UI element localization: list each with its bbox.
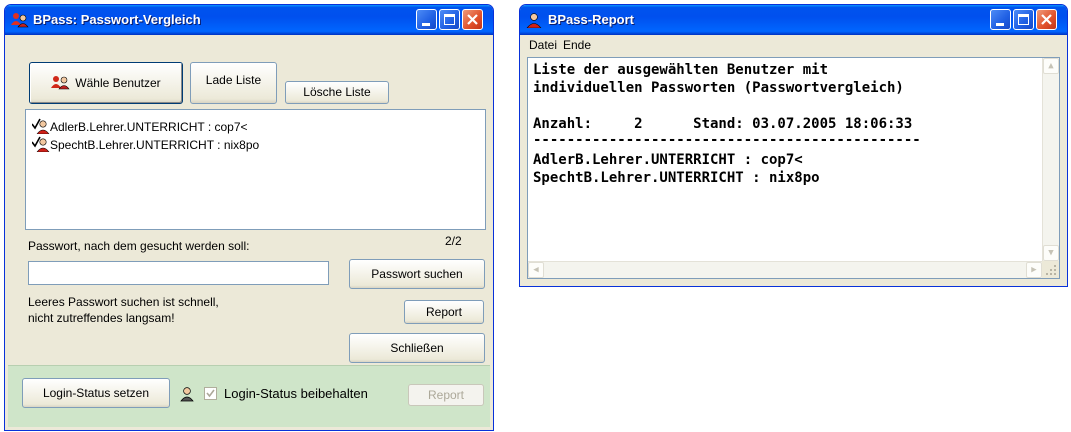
- search-label: Passwort, nach dem gesucht werden soll:: [28, 239, 250, 253]
- report-line: AdlerB.Lehrer.UNTERRICHT : cop7<: [533, 152, 803, 168]
- menu-bar: Datei Ende: [523, 35, 1064, 55]
- menu-datei[interactable]: Datei: [529, 38, 557, 52]
- list-item-text: SpechtB.Lehrer.UNTERRICHT : nix8po: [50, 138, 260, 152]
- search-password-label: Passwort suchen: [371, 267, 463, 281]
- list-count: 2/2: [445, 234, 462, 248]
- menu-ende[interactable]: Ende: [563, 38, 591, 52]
- report-separator: ----------------------------------------…: [533, 132, 921, 148]
- minimize-button[interactable]: [990, 9, 1011, 30]
- list-item-text: AdlerB.Lehrer.UNTERRICHT : cop7<: [50, 120, 248, 134]
- login-status-panel: Login-Status setzen Login-Status beibeha…: [8, 365, 490, 427]
- report-text-area[interactable]: Liste der ausgewählten Benutzer mit indi…: [527, 57, 1060, 279]
- scroll-left-icon[interactable]: ◀: [528, 262, 544, 278]
- close-window-button[interactable]: [1036, 9, 1057, 30]
- choose-users-label: Wähle Benutzer: [75, 76, 161, 90]
- scroll-down-icon[interactable]: ▼: [1043, 245, 1059, 261]
- close-icon: [1041, 14, 1052, 25]
- choose-users-button[interactable]: Wähle Benutzer: [29, 62, 183, 104]
- checked-user-icon: [31, 118, 50, 135]
- report-button[interactable]: Report: [404, 300, 484, 324]
- window-body: Wähle Benutzer Lade Liste Lösche Liste A…: [8, 35, 490, 427]
- set-login-status-button[interactable]: Login-Status setzen: [22, 378, 170, 408]
- clear-list-label: Lösche Liste: [303, 85, 371, 99]
- window-body: Datei Ende Liste der ausgewählten Benutz…: [523, 35, 1064, 283]
- password-compare-window: BPass: Passwort-Vergleich Wähle Benutzer…: [4, 4, 494, 431]
- window-title: BPass: Passwort-Vergleich: [33, 12, 201, 27]
- title-bar[interactable]: BPass: Passwort-Vergleich: [5, 5, 493, 35]
- minimize-icon: [422, 23, 430, 26]
- checkmark-icon: [206, 389, 215, 398]
- search-password-button[interactable]: Passwort suchen: [349, 259, 485, 289]
- resize-grip-icon[interactable]: [1042, 261, 1059, 278]
- close-window-button[interactable]: [462, 9, 483, 30]
- keep-login-status-checkbox[interactable]: [204, 387, 217, 400]
- user-icon: [180, 386, 194, 405]
- minimize-icon: [996, 23, 1004, 26]
- report-line: SpechtB.Lehrer.UNTERRICHT : nix8po: [533, 170, 820, 186]
- hint-line-2: nicht zutreffendes langsam!: [28, 311, 175, 325]
- password-search-input[interactable]: [28, 261, 329, 285]
- list-item[interactable]: SpechtB.Lehrer.UNTERRICHT : nix8po: [31, 136, 260, 153]
- report-line: Liste der ausgewählten Benutzer mit: [533, 62, 829, 78]
- report-line: Anzahl: 2 Stand: 03.07.2005 18:06:33: [533, 116, 913, 132]
- user-app-icon: [526, 12, 542, 29]
- minimize-button[interactable]: [416, 9, 437, 30]
- users-icon: [51, 66, 71, 106]
- clear-list-button[interactable]: Lösche Liste: [285, 81, 389, 104]
- close-button[interactable]: Schließen: [349, 333, 485, 363]
- hint-line-1: Leeres Passwort suchen ist schnell,: [28, 295, 219, 309]
- scroll-right-icon[interactable]: ▶: [1026, 262, 1042, 278]
- report-disabled-button[interactable]: Report: [408, 384, 484, 406]
- load-list-label: Lade Liste: [205, 73, 262, 87]
- checked-user-icon: [31, 136, 50, 153]
- maximize-icon: [1018, 14, 1029, 25]
- report-disabled-label: Report: [427, 388, 465, 402]
- scroll-up-icon[interactable]: ▲: [1043, 58, 1059, 74]
- report-window: BPass-Report Datei Ende Liste der ausgew…: [519, 4, 1068, 287]
- set-login-status-label: Login-Status setzen: [42, 386, 150, 400]
- window-title: BPass-Report: [548, 12, 634, 27]
- maximize-icon: [444, 14, 455, 25]
- load-list-button[interactable]: Lade Liste: [190, 62, 277, 104]
- close-icon: [467, 14, 478, 25]
- report-line: individuellen Passworten (Passwortvergle…: [533, 80, 904, 96]
- horizontal-scrollbar[interactable]: ◀ ▶: [528, 261, 1042, 278]
- maximize-button[interactable]: [1013, 9, 1034, 30]
- report-label: Report: [425, 305, 463, 319]
- users-app-icon: [11, 12, 29, 28]
- maximize-button[interactable]: [439, 9, 460, 30]
- user-password-list[interactable]: AdlerB.Lehrer.UNTERRICHT : cop7< SpechtB…: [25, 109, 486, 230]
- keep-login-status-label: Login-Status beibehalten: [224, 386, 368, 401]
- vertical-scrollbar[interactable]: ▲ ▼: [1042, 58, 1059, 261]
- close-label: Schließen: [390, 341, 444, 355]
- list-item[interactable]: AdlerB.Lehrer.UNTERRICHT : cop7<: [31, 118, 248, 135]
- title-bar[interactable]: BPass-Report: [520, 5, 1067, 35]
